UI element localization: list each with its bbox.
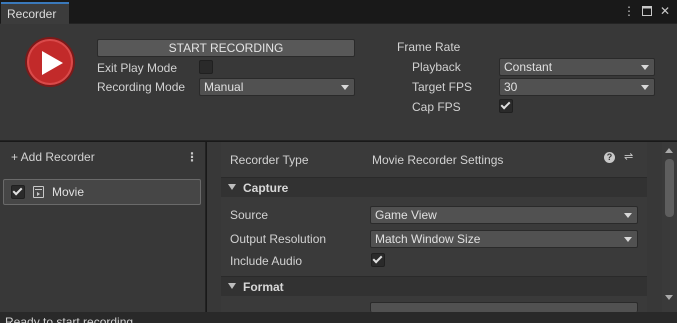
playback-dropdown[interactable]: Constant: [499, 58, 655, 76]
format-section-title: Format: [243, 280, 284, 294]
frame-rate-label: Frame Rate: [397, 40, 461, 54]
chevron-down-icon: [641, 65, 649, 70]
maximize-icon[interactable]: [641, 4, 653, 18]
target-fps-label: Target FPS: [412, 80, 473, 94]
chevron-down-icon: [641, 85, 649, 90]
vertical-scrollbar[interactable]: [662, 142, 677, 312]
add-recorder-button[interactable]: + Add Recorder: [11, 150, 95, 164]
recorder-controls-panel: START RECORDING Exit Play Mode Recording…: [0, 24, 677, 141]
source-label: Source: [230, 208, 269, 222]
recorder-list-panel: + Add Recorder ⋮ Movie: [0, 142, 206, 312]
close-icon[interactable]: ✕: [659, 4, 671, 18]
target-fps-dropdown[interactable]: 30: [499, 78, 655, 96]
include-audio-checkbox[interactable]: [371, 253, 385, 267]
window-controls: ⋮ ✕: [623, 4, 671, 18]
exit-play-mode-label: Exit Play Mode: [97, 61, 178, 75]
playback-label: Playback: [412, 60, 461, 74]
source-value: Game View: [375, 208, 437, 222]
help-icon[interactable]: ?: [604, 152, 615, 163]
recording-mode-value: Manual: [204, 80, 244, 94]
chevron-down-icon: [624, 237, 632, 242]
include-audio-label: Include Audio: [230, 254, 303, 268]
preset-settings-icon[interactable]: ⇌: [624, 151, 636, 163]
play-icon: [42, 51, 63, 75]
recording-mode-label: Recording Mode: [97, 80, 186, 94]
status-text: Ready to start recording: [5, 315, 134, 323]
recorder-settings-panel: Recorder Type Movie Recorder Settings ? …: [207, 142, 677, 312]
exit-play-mode-checkbox[interactable]: [199, 60, 213, 74]
format-dropdown[interactable]: [370, 302, 638, 312]
tab-recorder[interactable]: Recorder: [1, 2, 69, 24]
output-resolution-value: Match Window Size: [375, 232, 481, 246]
recorder-item-movie[interactable]: Movie: [3, 179, 201, 205]
format-section-header[interactable]: Format: [221, 276, 647, 296]
scroll-down-icon[interactable]: [665, 295, 673, 300]
recorder-type-value: Movie Recorder Settings: [372, 153, 504, 167]
recording-mode-dropdown[interactable]: Manual: [199, 78, 355, 96]
foldout-arrow-icon: [228, 184, 236, 190]
recorder-type-label: Recorder Type: [230, 153, 309, 167]
playback-value: Constant: [504, 60, 553, 74]
window-title-bar: Recorder ⋮ ✕: [0, 0, 677, 24]
chevron-down-icon: [624, 213, 632, 218]
cap-fps-label: Cap FPS: [412, 100, 461, 114]
scrollbar-thumb[interactable]: [665, 159, 674, 217]
scroll-up-icon[interactable]: [665, 148, 673, 153]
source-dropdown[interactable]: Game View: [370, 206, 638, 224]
output-resolution-label: Output Resolution: [230, 232, 327, 246]
more-options-icon[interactable]: ⋮: [623, 4, 635, 18]
output-resolution-dropdown[interactable]: Match Window Size: [370, 230, 638, 248]
cap-fps-checkbox[interactable]: [499, 99, 513, 113]
recorder-enabled-checkbox[interactable]: [11, 185, 25, 199]
checkmark-icon: [372, 253, 383, 264]
target-fps-value: 30: [504, 80, 518, 94]
recorder-list-menu-icon[interactable]: ⋮: [186, 150, 198, 164]
chevron-down-icon: [341, 85, 349, 90]
capture-section-header[interactable]: Capture: [221, 177, 647, 197]
start-recording-button[interactable]: START RECORDING: [97, 39, 355, 57]
status-bar: Ready to start recording: [0, 312, 677, 323]
movie-recorder-icon: [33, 186, 44, 198]
checkmark-icon: [12, 185, 23, 196]
checkmark-icon: [500, 99, 511, 110]
recorder-item-label: Movie: [52, 185, 85, 199]
record-button[interactable]: [25, 37, 75, 87]
foldout-arrow-icon: [228, 283, 236, 289]
capture-section-title: Capture: [243, 181, 289, 195]
